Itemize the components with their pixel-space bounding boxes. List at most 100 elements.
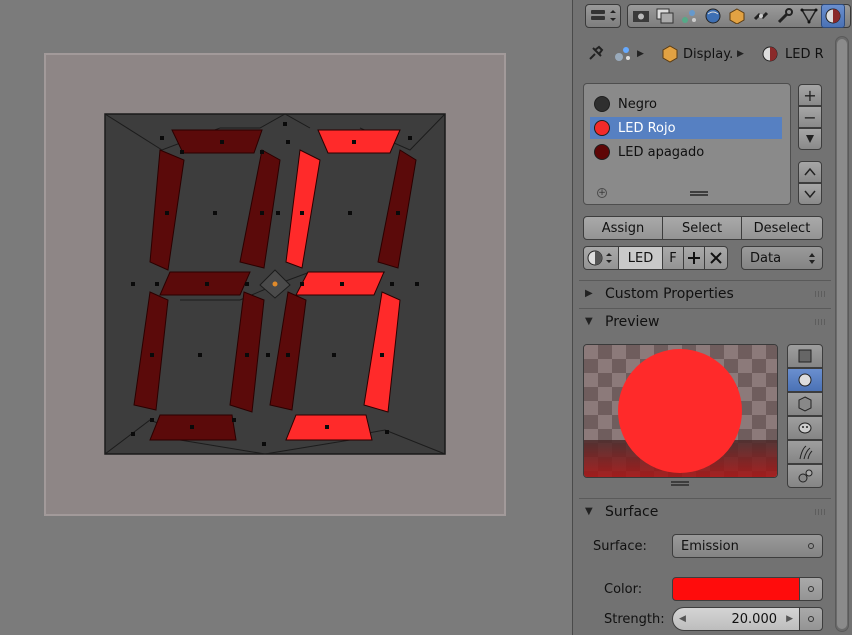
select-button[interactable]: Select <box>662 216 742 240</box>
path-arrow-icon: ▶ <box>637 49 644 59</box>
spheres-icon <box>798 469 813 483</box>
hair-icon <box>799 445 813 460</box>
drag-grip-icon[interactable] <box>815 291 825 297</box>
material-browse-icon <box>587 250 612 266</box>
arrow-up-icon <box>804 167 816 176</box>
editor-type-button[interactable] <box>585 4 621 28</box>
scene-icon[interactable] <box>677 4 701 28</box>
pin-icon[interactable] <box>585 44 605 64</box>
updown-arrows-icon <box>809 253 815 264</box>
cube-icon <box>798 396 812 412</box>
data-icon[interactable] <box>797 4 821 28</box>
node-link-icon <box>808 543 814 549</box>
strength-field[interactable]: ◀ 20.000 ▶ <box>672 607 800 631</box>
slot-label: LED Rojo <box>618 120 676 136</box>
fake-user-label: F <box>669 250 677 266</box>
remove-slot-button[interactable]: − <box>798 106 822 128</box>
section-title: Preview <box>605 313 660 330</box>
color-link-button[interactable] <box>799 577 823 601</box>
new-material-button[interactable] <box>683 246 705 270</box>
monkey-icon <box>798 422 812 434</box>
strength-value: 20.000 <box>731 611 778 627</box>
section-title: Surface <box>605 503 659 520</box>
material-name-field[interactable]: LED <box>618 246 663 270</box>
modifiers-icon[interactable] <box>773 4 797 28</box>
properties-header <box>573 0 852 32</box>
preview-resize-grip[interactable] <box>671 481 689 486</box>
minus-icon: − <box>803 107 817 127</box>
preview-sphere-array-button[interactable] <box>787 464 823 488</box>
path-material[interactable]: LED R <box>761 44 824 64</box>
node-link-icon <box>808 586 814 592</box>
preview-monkey-button[interactable] <box>787 416 823 440</box>
material-ball-icon <box>594 120 610 136</box>
editor-type-icon <box>591 10 616 21</box>
render-icon[interactable] <box>629 4 653 28</box>
slot-label: Negro <box>618 96 657 112</box>
add-slot-button[interactable]: + <box>798 84 822 106</box>
increment-arrow-icon[interactable]: ▶ <box>786 614 793 624</box>
preview-flat-button[interactable] <box>787 344 823 368</box>
slot-led-rojo[interactable]: LED Rojo <box>590 117 782 139</box>
world-icon[interactable] <box>701 4 725 28</box>
material-slot-list[interactable]: Negro LED Rojo LED apagado + <box>583 83 791 205</box>
breadcrumb: ▶ Display. ▶ LED R <box>573 38 833 70</box>
move-slot-up-button[interactable] <box>798 161 822 183</box>
unlink-material-button[interactable] <box>704 246 728 270</box>
scene-path-icon <box>613 44 633 64</box>
select-label: Select <box>681 220 723 236</box>
surface-header[interactable]: ▼ Surface <box>579 498 831 524</box>
list-filter-icon[interactable]: + <box>597 188 607 198</box>
left-seg-top <box>171 129 263 154</box>
color-swatch[interactable] <box>672 577 800 601</box>
drag-grip-icon[interactable] <box>815 319 825 325</box>
link-value: Data <box>750 250 782 266</box>
panel-scrollbar[interactable] <box>835 36 849 632</box>
surface-shader-dropdown[interactable]: Emission <box>672 534 823 558</box>
object-icon[interactable] <box>725 4 749 28</box>
list-resize-grip[interactable] <box>690 191 708 196</box>
path-material-label: LED R <box>785 46 824 62</box>
material-icon[interactable] <box>821 4 845 28</box>
path-object[interactable]: Display. <box>661 44 733 64</box>
strength-label: Strength: <box>604 612 665 627</box>
preview-header[interactable]: ▼ Preview <box>579 308 831 334</box>
constraints-icon[interactable] <box>749 4 773 28</box>
plus-icon: + <box>803 85 817 105</box>
link-dropdown[interactable]: Data <box>741 246 823 270</box>
right-seg-top <box>317 129 401 154</box>
move-slot-down-button[interactable] <box>798 183 822 205</box>
properties-editor: ▶ Display. ▶ LED R Negro LED Rojo LED ap… <box>572 0 852 635</box>
preview-hair-button[interactable] <box>787 440 823 464</box>
material-name: LED <box>627 250 654 266</box>
custom-properties-header[interactable]: ▶ Custom Properties <box>579 280 831 306</box>
expanded-arrow-icon: ▼ <box>585 506 593 517</box>
fake-user-button[interactable]: F <box>662 246 684 270</box>
render-layers-icon[interactable] <box>653 4 677 28</box>
3d-viewport[interactable] <box>0 0 572 635</box>
preview-sphere-button[interactable] <box>787 368 823 392</box>
scroll-thumb[interactable] <box>837 39 847 629</box>
slot-led-apagado[interactable]: LED apagado <box>590 141 782 163</box>
deselect-label: Deselect <box>753 220 811 236</box>
surface-label: Surface: <box>593 539 647 554</box>
deselect-button[interactable]: Deselect <box>741 216 823 240</box>
slot-specials-button[interactable] <box>798 128 822 150</box>
assign-button[interactable]: Assign <box>583 216 663 240</box>
decrement-arrow-icon[interactable]: ◀ <box>679 614 686 624</box>
browse-material-button[interactable] <box>583 246 619 270</box>
strength-link-button[interactable] <box>799 607 823 631</box>
material-ball-icon <box>594 96 610 112</box>
arrow-down-icon <box>804 190 816 199</box>
section-title: Custom Properties <box>605 285 734 302</box>
slot-label: LED apagado <box>618 144 705 160</box>
material-preview <box>583 344 778 478</box>
slot-negro[interactable]: Negro <box>590 93 782 115</box>
path-object-label: Display. <box>683 46 734 62</box>
preview-cube-button[interactable] <box>787 392 823 416</box>
drag-grip-icon[interactable] <box>815 509 825 515</box>
material-ball-icon <box>594 144 610 160</box>
object-origin <box>272 281 278 287</box>
expanded-arrow-icon: ▼ <box>585 316 593 327</box>
path-arrow-icon: ▶ <box>737 49 744 59</box>
